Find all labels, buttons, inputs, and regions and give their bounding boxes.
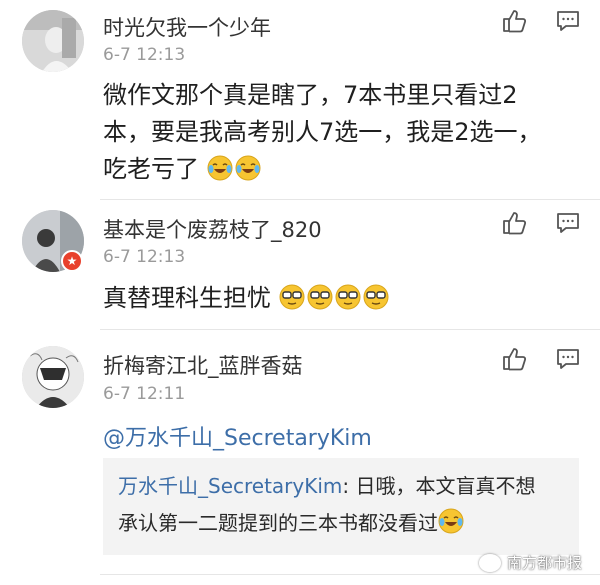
sunglasses-emoji xyxy=(335,284,361,310)
comment-icon xyxy=(557,213,579,233)
divider xyxy=(100,199,600,200)
divider xyxy=(100,574,600,575)
laugh-cry-emoji xyxy=(438,508,464,534)
like-button[interactable] xyxy=(499,208,529,238)
timestamp: 6-7 12:13 xyxy=(103,45,186,65)
content-line-text: 吃老亏了 xyxy=(103,155,199,183)
thumbs-up-icon xyxy=(503,212,527,235)
avatar[interactable] xyxy=(22,346,84,408)
reply-button[interactable] xyxy=(553,6,583,36)
thumbs-up-icon xyxy=(503,10,527,33)
comment-icon xyxy=(557,349,579,369)
username[interactable]: 基本是个废荔枝了_820 xyxy=(103,214,322,244)
username[interactable]: 折梅寄江北_蓝胖香菇 xyxy=(103,350,303,380)
content-line: 本，要是我高考别人7选一，我是2选一， xyxy=(103,118,542,146)
reply-button[interactable] xyxy=(553,344,583,374)
timestamp: 6-7 12:13 xyxy=(103,247,186,267)
quoted-reply[interactable]: 万水千山_SecretaryKim: 日哦，本文盲真不想 承认第一二题提到的三本… xyxy=(103,458,579,555)
sunglasses-emoji xyxy=(279,284,305,310)
comment-icon xyxy=(557,11,579,31)
quote-text: : 日哦，本文盲真不想 xyxy=(342,474,536,498)
sunglasses-emoji xyxy=(307,284,333,310)
username[interactable]: 时光欠我一个少年 xyxy=(103,12,271,42)
content-line: 微作文那个真是瞎了，7本书里只看过2 xyxy=(103,81,518,109)
reply-button[interactable] xyxy=(553,208,583,238)
avatar-image xyxy=(22,10,84,72)
like-button[interactable] xyxy=(499,344,529,374)
laugh-cry-emoji xyxy=(235,155,261,181)
quote-line: 万水千山_SecretaryKim: 日哦，本文盲真不想 xyxy=(118,468,565,505)
divider xyxy=(100,329,600,330)
thumbs-up-icon xyxy=(503,348,527,371)
laugh-cry-emoji xyxy=(207,155,233,181)
newspaper-logo-icon xyxy=(478,553,501,572)
star-badge-icon: ★ xyxy=(61,250,83,272)
content-text: 真替理科生担忧 xyxy=(103,284,271,312)
comment-content: 微作文那个真是瞎了，7本书里只看过2 本，要是我高考别人7选一，我是2选一， 吃… xyxy=(103,77,583,188)
avatar[interactable] xyxy=(22,10,84,72)
watermark: 南方都市报 xyxy=(478,552,582,573)
quote-username[interactable]: 万水千山_SecretaryKim xyxy=(118,474,342,498)
timestamp: 6-7 12:11 xyxy=(103,384,186,404)
avatar-image xyxy=(22,346,84,408)
like-button[interactable] xyxy=(499,6,529,36)
mention-link[interactable]: @万水千山_SecretaryKim xyxy=(103,420,372,452)
watermark-text: 南方都市报 xyxy=(506,554,582,572)
comment-content: 真替理科生担忧 xyxy=(103,280,583,317)
sunglasses-emoji xyxy=(363,284,389,310)
content-line: 吃老亏了 xyxy=(103,151,583,188)
quote-text: 承认第一二题提到的三本书都没看过 xyxy=(118,511,438,535)
quote-line: 承认第一二题提到的三本书都没看过 xyxy=(118,505,565,542)
